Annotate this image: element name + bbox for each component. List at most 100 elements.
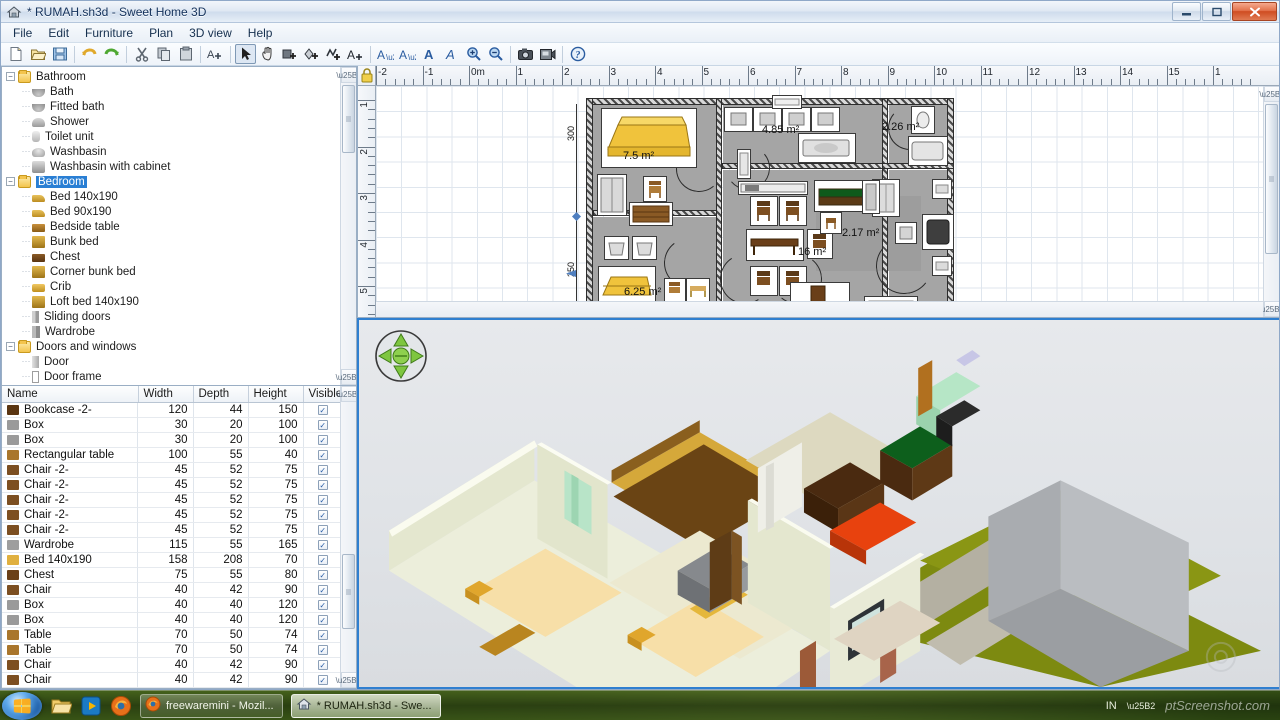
plan-item-bookcase[interactable]: [738, 181, 808, 195]
visible-checkbox[interactable]: ✓: [317, 510, 328, 520]
copy-button[interactable]: [153, 44, 174, 64]
navigation-compass-icon[interactable]: [373, 328, 429, 384]
open-home-button[interactable]: [27, 44, 48, 64]
catalog-node-loft-bed-140x190[interactable]: ⋯ Loft bed 140x190: [2, 294, 340, 309]
taskbar-button-sweethome3d[interactable]: * RUMAH.sh3d - Swe...: [290, 693, 441, 718]
visible-checkbox[interactable]: ✓: [317, 570, 328, 580]
table-row[interactable]: Chair 40 42 90 ✓: [2, 582, 340, 598]
visible-checkbox[interactable]: ✓: [317, 420, 328, 430]
minimize-button[interactable]: [1172, 2, 1201, 21]
plan-item-stool[interactable]: [820, 212, 842, 234]
catalog-node-sliding-doors[interactable]: ⋯ Sliding doors: [2, 309, 340, 324]
plan-item-chair-6[interactable]: [750, 266, 778, 296]
tree-toggle-icon[interactable]: −: [6, 177, 15, 186]
table-row[interactable]: Chair -2- 45 52 75 ✓: [2, 507, 340, 523]
table-row[interactable]: Wardrobe 115 55 165 ✓: [2, 537, 340, 553]
zoom-in-button[interactable]: [463, 44, 484, 64]
maximize-button[interactable]: [1202, 2, 1231, 21]
table-row[interactable]: Chair -2- 45 52 75 ✓: [2, 462, 340, 478]
catalog-node-chest[interactable]: ⋯ Chest: [2, 249, 340, 264]
plan-item-chair-4[interactable]: [779, 196, 807, 226]
plan-item-chair-3[interactable]: [750, 196, 778, 226]
add-text-button[interactable]: A: [345, 44, 366, 64]
table-row[interactable]: Table 70 50 74 ✓: [2, 642, 340, 658]
language-indicator[interactable]: IN: [1106, 700, 1117, 712]
catalog-node-door[interactable]: ⋯ Door: [2, 354, 340, 369]
visible-checkbox[interactable]: ✓: [317, 660, 328, 670]
column-height[interactable]: Height: [248, 386, 304, 403]
visible-checkbox[interactable]: ✓: [317, 615, 328, 625]
visible-checkbox[interactable]: ✓: [317, 600, 328, 610]
column-visible[interactable]: Visible: [303, 386, 340, 403]
plan-vertical-scrollbar[interactable]: \u25B2 \u25BC: [1259, 86, 1279, 317]
catalog-node-wardrobe[interactable]: ⋯ Wardrobe: [2, 324, 340, 339]
wall-top[interactable]: [586, 98, 954, 105]
create-rooms-button[interactable]: [301, 44, 322, 64]
plan-canvas[interactable]: 300 250 7.5 m² 4.85 m² 2.26 m² 16 m² 2.1…: [376, 86, 1263, 301]
visible-checkbox[interactable]: ✓: [317, 645, 328, 655]
plan-item-wardrobe-2[interactable]: [862, 180, 880, 214]
plan-item-chest-1[interactable]: [629, 202, 673, 226]
zoom-out-button[interactable]: [485, 44, 506, 64]
add-furniture-button[interactable]: A: [205, 44, 226, 64]
cut-button[interactable]: [131, 44, 152, 64]
photo-create-button[interactable]: [515, 44, 536, 64]
column-name[interactable]: Name: [2, 386, 139, 403]
3d-view[interactable]: [357, 318, 1279, 689]
plan-item-basin-2[interactable]: [632, 236, 657, 260]
undo-button[interactable]: [79, 44, 100, 64]
plan-scroll-thumb[interactable]: [1265, 104, 1278, 254]
media-player-icon[interactable]: [80, 695, 102, 717]
visible-checkbox[interactable]: ✓: [317, 404, 328, 415]
catalog-node-door-frame[interactable]: ⋯ Door frame: [2, 369, 340, 384]
decrease-text-size-button[interactable]: A\u25bc: [375, 44, 396, 64]
plan-item-window-top[interactable]: [772, 95, 802, 109]
catalog-node-toilet-unit[interactable]: ⋯ Toilet unit: [2, 129, 340, 144]
furniture-scroll-thumb[interactable]: [342, 554, 355, 629]
catalog-node-bedroom[interactable]: − Bedroom: [2, 174, 340, 189]
column-width[interactable]: Width: [138, 386, 194, 403]
menu-edit[interactable]: Edit: [40, 24, 77, 42]
table-row[interactable]: Table 70 50 74 ✓: [2, 627, 340, 643]
plan-item-sink[interactable]: [798, 133, 856, 163]
folder-explorer-icon[interactable]: [50, 695, 73, 717]
bold-style-button[interactable]: A: [419, 44, 440, 64]
save-home-button[interactable]: [49, 44, 70, 64]
menu-3d-view[interactable]: 3D view: [181, 24, 240, 42]
table-row[interactable]: Bed 140x190 158 208 70 ✓: [2, 552, 340, 568]
table-row[interactable]: Chair -2- 45 52 75 ✓: [2, 492, 340, 508]
close-button[interactable]: [1232, 2, 1277, 21]
visible-checkbox[interactable]: ✓: [317, 540, 328, 550]
select-mode-button[interactable]: [235, 44, 256, 64]
catalog-node-bed-140x190[interactable]: ⋯ Bed 140x190: [2, 189, 340, 204]
visible-checkbox[interactable]: ✓: [317, 585, 328, 595]
table-row[interactable]: Chair -2- 45 52 75 ✓: [2, 477, 340, 493]
visible-checkbox[interactable]: ✓: [317, 450, 328, 460]
plan-item-window-side[interactable]: [932, 179, 952, 199]
visible-checkbox[interactable]: ✓: [317, 435, 328, 445]
plan-item-bathtub[interactable]: [908, 136, 948, 166]
scroll-up-arrow[interactable]: \u25B2: [1259, 86, 1279, 102]
catalog-scroll-thumb[interactable]: [342, 85, 355, 153]
increase-text-size-button[interactable]: A\u25b2: [397, 44, 418, 64]
scroll-down-arrow[interactable]: \u25BC: [336, 672, 356, 688]
table-row[interactable]: Chair -2- 45 52 75 ✓: [2, 522, 340, 538]
catalog-node-washbasin[interactable]: ⋯ Washbasin: [2, 144, 340, 159]
plan-item-cabinet-1[interactable]: [724, 107, 753, 132]
visible-checkbox[interactable]: ✓: [317, 495, 328, 505]
table-row[interactable]: Chair 40 42 90 ✓: [2, 657, 340, 673]
plan-item-sofa[interactable]: [922, 214, 954, 250]
paste-button[interactable]: [175, 44, 196, 64]
menu-furniture[interactable]: Furniture: [77, 24, 141, 42]
visible-checkbox[interactable]: ✓: [317, 465, 328, 475]
furniture-catalog-tree[interactable]: − Bathroom ⋯ Bath ⋯ Fitted bath ⋯ Shower ⋯ Toilet…: [1, 66, 357, 386]
plan-horizontal-scrollbar[interactable]: [376, 301, 1263, 317]
plan-item-dining-table[interactable]: [746, 229, 804, 261]
scroll-up-arrow[interactable]: \u25B2: [336, 386, 356, 402]
table-row[interactable]: Box 40 40 120 ✓: [2, 597, 340, 613]
table-row[interactable]: Chest 75 55 80 ✓: [2, 567, 340, 583]
table-row[interactable]: Box 40 40 120 ✓: [2, 612, 340, 628]
plan-item-wardrobe-1[interactable]: [597, 174, 627, 216]
tree-toggle-icon[interactable]: −: [6, 342, 15, 351]
plan-item-cabinet-4[interactable]: [811, 107, 840, 132]
